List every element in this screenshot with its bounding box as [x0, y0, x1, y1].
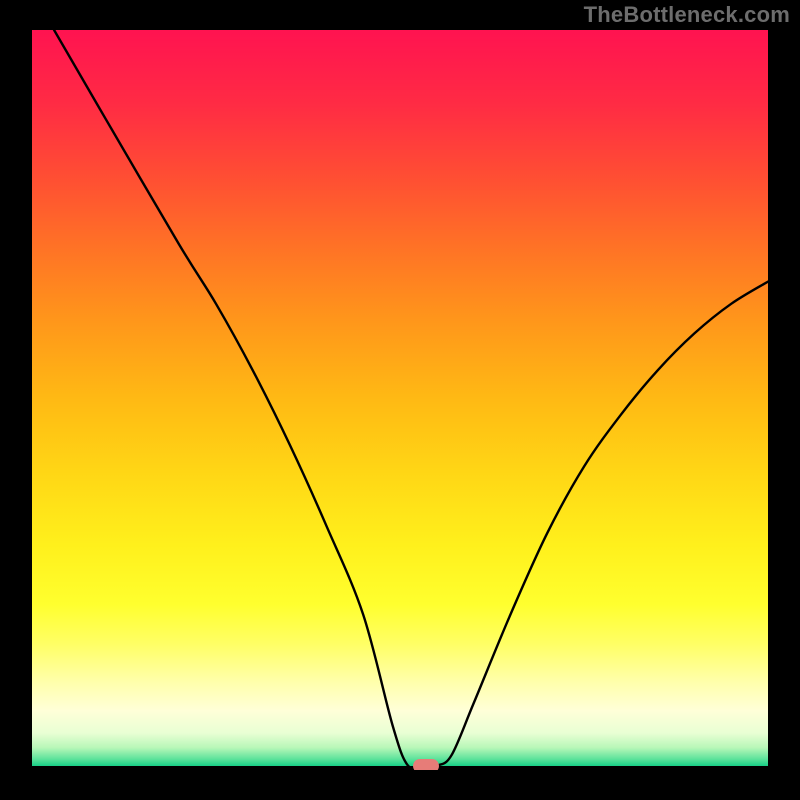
plot-area — [32, 30, 768, 770]
watermark-text: TheBottleneck.com — [584, 2, 790, 28]
chart-frame: TheBottleneck.com — [0, 0, 800, 800]
optimal-point-marker — [413, 759, 439, 770]
bottleneck-curve — [32, 30, 768, 770]
